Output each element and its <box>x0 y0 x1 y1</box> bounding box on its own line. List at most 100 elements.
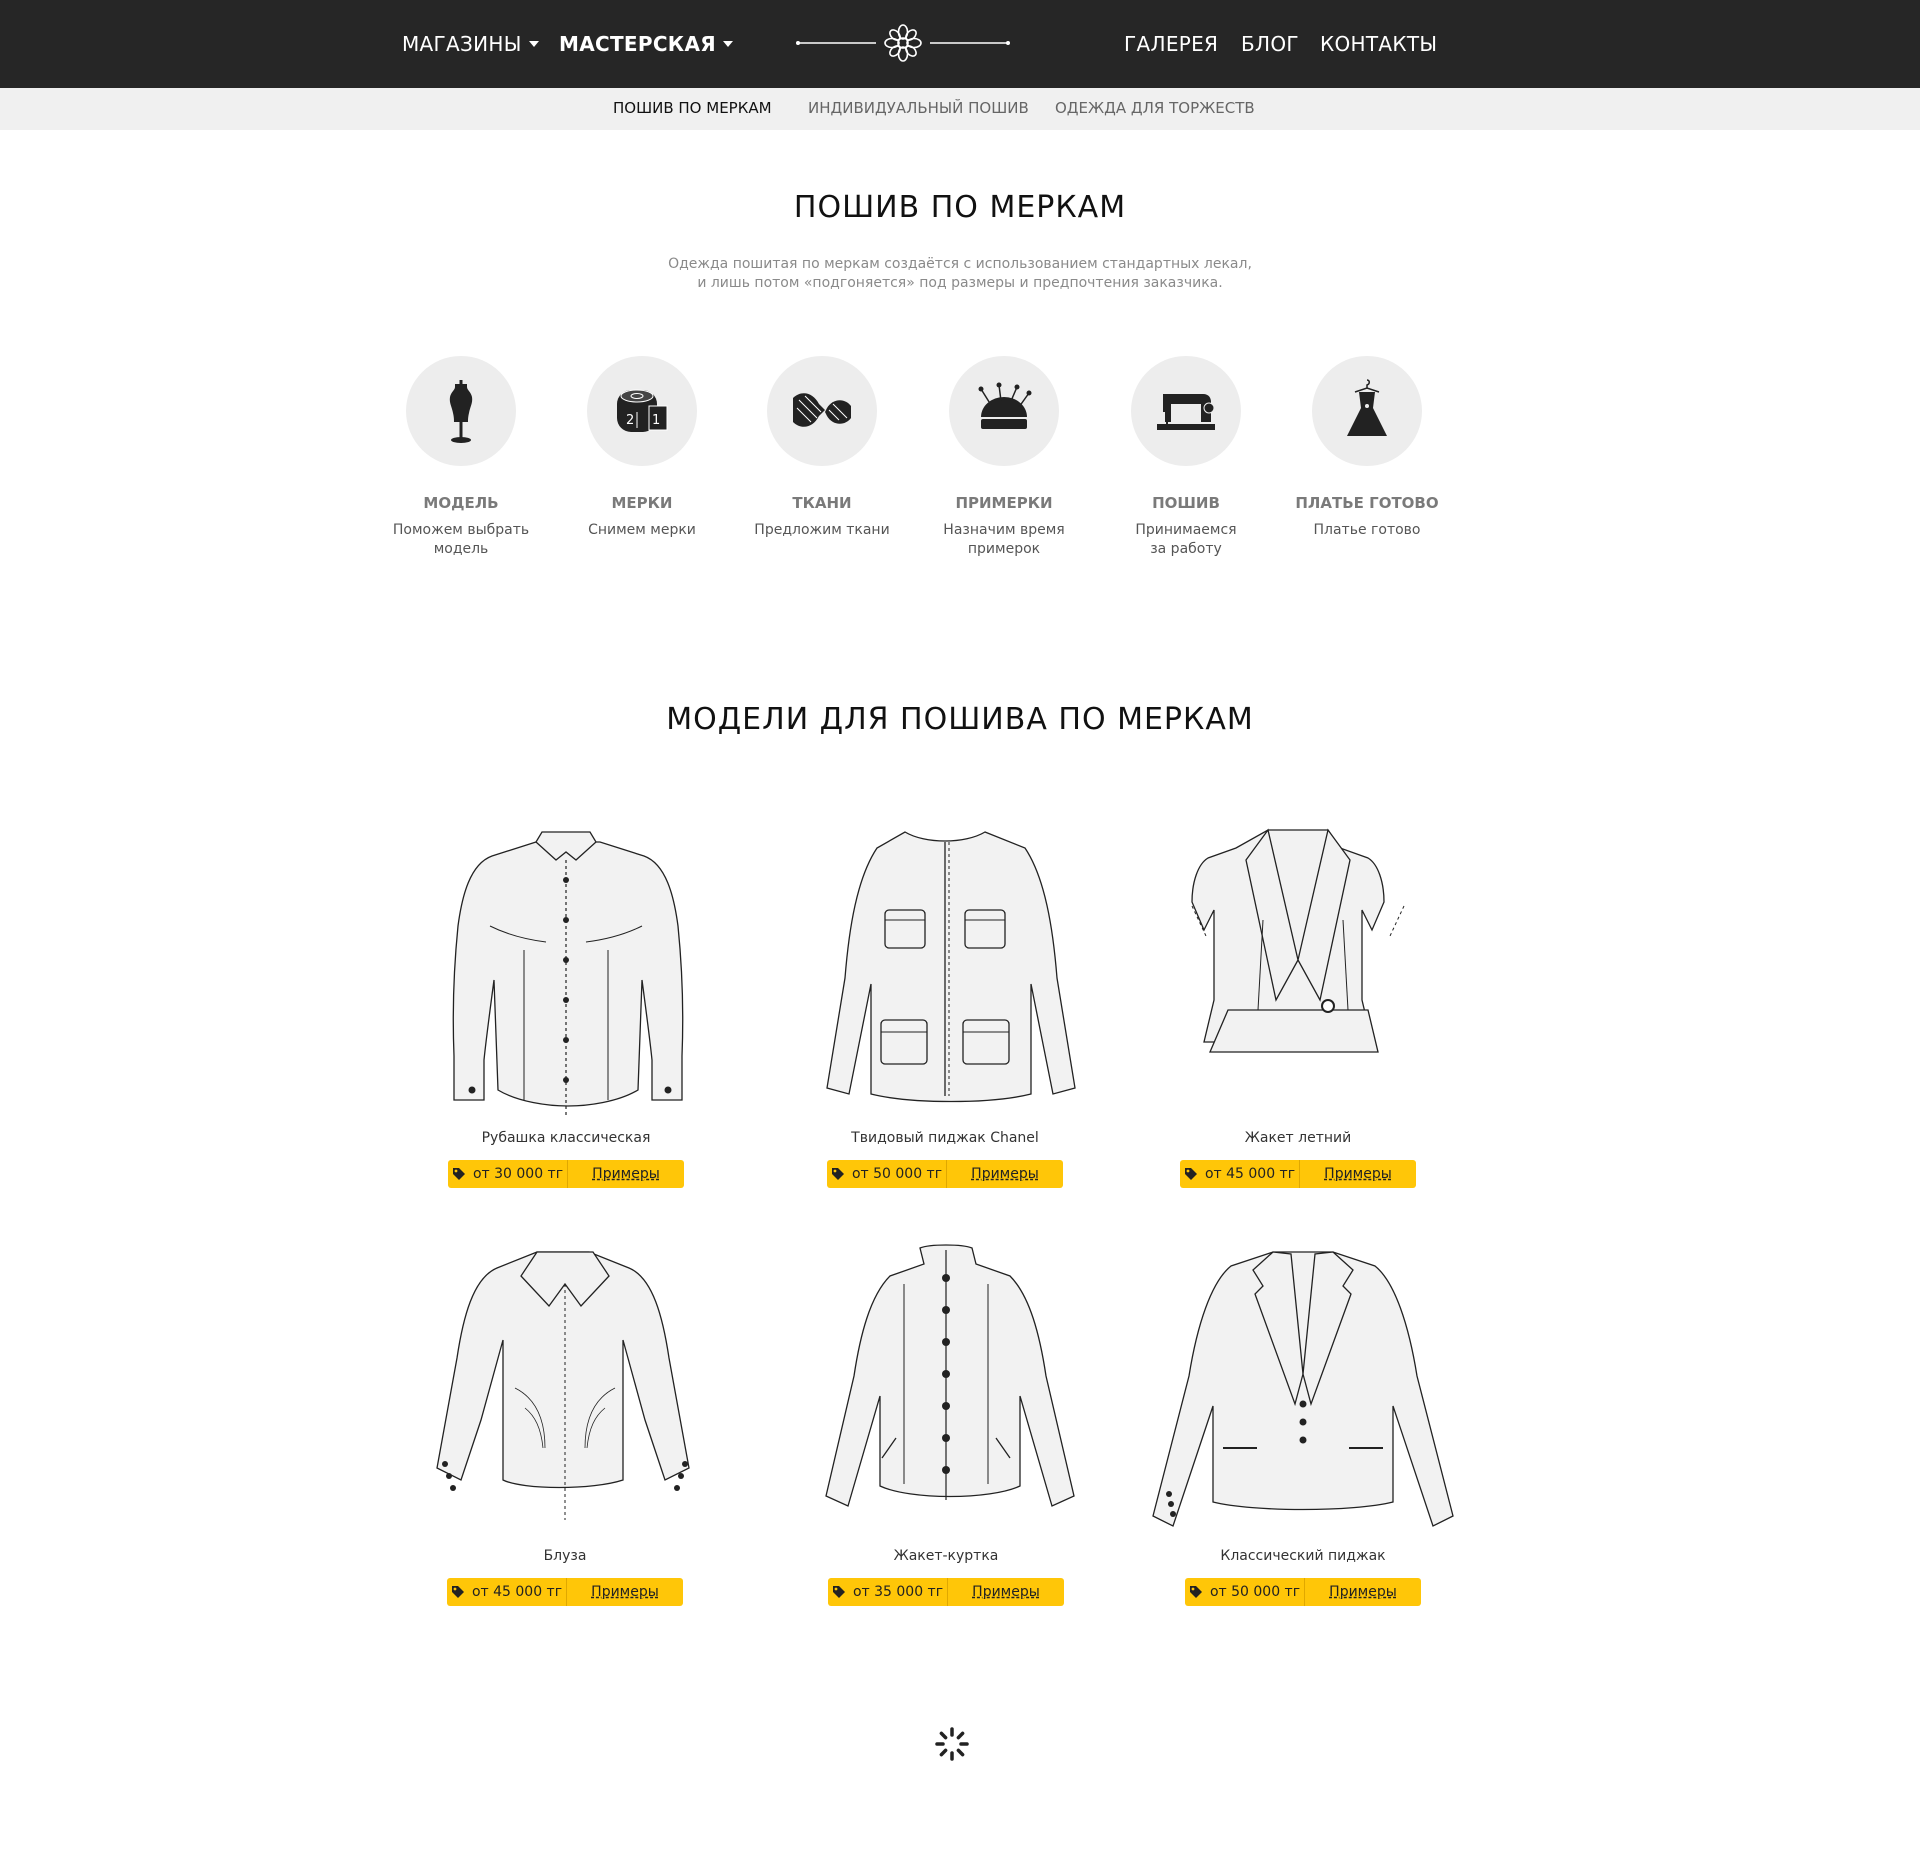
examples-link[interactable]: Примеры <box>567 1578 683 1606</box>
model-card[interactable]: Классический пиджак от 50 000 тг Примеры <box>1143 1238 1463 1606</box>
step-description: Предложим ткани <box>737 521 907 540</box>
examples-link[interactable]: Примеры <box>948 1578 1064 1606</box>
sewing-machine-icon <box>1157 394 1215 430</box>
caret-down-icon <box>722 40 733 47</box>
price-tag-icon <box>451 1586 464 1598</box>
step-description: Поможем выбрать модель <box>376 521 546 559</box>
model-card[interactable]: Рубашка классическая от 30 000 тг Пример… <box>406 820 726 1188</box>
pincushion-icon <box>978 382 1032 429</box>
step-measurements: 2 1 МЕРКИ Снимем мерки <box>557 356 727 540</box>
svg-text:2: 2 <box>626 413 634 428</box>
fabric-skein-icon <box>793 393 851 427</box>
step-model: МОДЕЛЬ Поможем выбрать модель <box>376 356 546 559</box>
step-dress-ready: ПЛАТЬЕ ГОТОВО Платье готово <box>1282 356 1452 540</box>
nav-blog[interactable]: БЛОГ <box>1241 28 1299 60</box>
step-desc-line: Назначим время <box>943 522 1065 538</box>
step-desc-line: Поможем выбрать <box>392 522 530 538</box>
step-circle <box>1131 356 1241 466</box>
price-bar: от 50 000 тг Примеры <box>827 1160 1063 1188</box>
loading-spinner-icon <box>935 1727 969 1761</box>
dress-icon <box>1347 379 1387 436</box>
price-tag: от 50 000 тг <box>1185 1578 1305 1606</box>
svg-text:1: 1 <box>652 413 660 428</box>
step-fittings: ПРИМЕРКИ Назначим время примерок <box>919 356 1089 559</box>
step-desc-line: за работу <box>1150 541 1222 557</box>
price-bar: от 50 000 тг Примеры <box>1185 1578 1421 1606</box>
step-desc-line: модель <box>433 541 489 557</box>
classic-blazer-icon <box>1152 1251 1454 1527</box>
price-tag-icon <box>832 1586 845 1598</box>
flower-ornament-icon[interactable] <box>796 20 1010 66</box>
examples-link[interactable]: Примеры <box>568 1160 684 1188</box>
step-description: Платье готово <box>1282 521 1452 540</box>
models-section-title: МОДЕЛИ ДЛЯ ПОШИВА ПО МЕРКАМ <box>666 702 1254 737</box>
sub-navigation-bar: ПОШИВ ПО МЕРКАМ ИНДИВИДУАЛЬНЫЙ ПОШИВ ОДЕ… <box>0 88 1920 130</box>
intro-text-line: и лишь потом «подгоняется» под размеры и… <box>697 275 1223 291</box>
step-title: МОДЕЛЬ <box>423 494 499 512</box>
step-sewing: ПОШИВ Принимаемся за работу <box>1101 356 1271 559</box>
examples-link[interactable]: Примеры <box>1300 1160 1416 1188</box>
price-value: от 45 000 тг <box>1204 1166 1296 1182</box>
examples-link[interactable]: Примеры <box>947 1160 1063 1188</box>
step-circle <box>1312 356 1422 466</box>
price-bar: от 45 000 тг Примеры <box>1180 1160 1416 1188</box>
caret-down-icon <box>528 40 539 47</box>
price-value: от 35 000 тг <box>852 1584 944 1600</box>
price-tag: от 30 000 тг <box>448 1160 568 1188</box>
step-desc-line: Снимем мерки <box>588 522 696 538</box>
nav-workshop[interactable]: МАСТЕРСКАЯ <box>559 28 733 60</box>
price-value: от 50 000 тг <box>851 1166 943 1182</box>
price-tag: от 45 000 тг <box>1180 1160 1300 1188</box>
step-circle <box>949 356 1059 466</box>
nav-gallery[interactable]: ГАЛЕРЕЯ <box>1124 28 1218 60</box>
summer-jacket-icon <box>1191 828 1405 1053</box>
nav-contacts[interactable]: КОНТАКТЫ <box>1320 28 1437 60</box>
nav-shops[interactable]: МАГАЗИНЫ <box>402 28 539 60</box>
price-tag-icon <box>1184 1168 1197 1180</box>
price-value: от 45 000 тг <box>471 1584 563 1600</box>
step-description: Назначим время примерок <box>919 521 1089 559</box>
model-name: Жакет летний <box>1244 1130 1352 1146</box>
mannequin-icon <box>449 380 473 443</box>
model-card[interactable]: Блуза от 45 000 тг Примеры <box>405 1238 725 1606</box>
price-tag: от 45 000 тг <box>447 1578 567 1606</box>
intro-text-line: Одежда пошитая по меркам создаётся с исп… <box>668 256 1252 272</box>
price-value: от 30 000 тг <box>472 1166 564 1182</box>
step-fabrics: ТКАНИ Предложим ткани <box>737 356 907 540</box>
price-tag-icon <box>831 1168 844 1180</box>
step-title: МЕРКИ <box>611 494 673 512</box>
measuring-tape-icon: 2 1 <box>617 389 668 432</box>
step-description: Принимаемся за работу <box>1101 521 1271 559</box>
model-card[interactable]: Жакет летний от 45 000 тг Примеры <box>1138 820 1458 1188</box>
subnav-individual-tailoring[interactable]: ИНДИВИДУАЛЬНЫЙ ПОШИВ <box>808 99 1029 117</box>
price-bar: от 35 000 тг Примеры <box>828 1578 1064 1606</box>
price-tag: от 50 000 тг <box>827 1160 947 1188</box>
step-desc-line: примерок <box>967 541 1041 557</box>
subnav-made-to-measure[interactable]: ПОШИВ ПО МЕРКАМ <box>613 99 772 117</box>
nav-shops-label: МАГАЗИНЫ <box>402 32 522 56</box>
step-circle: 2 1 <box>587 356 697 466</box>
examples-link[interactable]: Примеры <box>1305 1578 1421 1606</box>
price-bar: от 45 000 тг Примеры <box>447 1578 683 1606</box>
step-desc-line: Принимаемся <box>1135 522 1237 538</box>
step-title: ПРИМЕРКИ <box>955 494 1053 512</box>
price-tag-icon <box>1189 1586 1202 1598</box>
price-bar: от 30 000 тг Примеры <box>448 1160 684 1188</box>
model-name: Жакет-куртка <box>893 1548 999 1564</box>
step-title: ПОШИВ <box>1152 494 1220 512</box>
top-navigation-bar: МАГАЗИНЫ МАСТЕРСКАЯ ГАЛЕРЕЯ БЛОГ КОНТАКТ… <box>0 0 1920 88</box>
step-title: ТКАНИ <box>792 494 852 512</box>
classic-shirt-icon <box>452 831 684 1116</box>
intro-text: Одежда пошитая по меркам создаётся с исп… <box>0 255 1920 293</box>
jacket-coat-icon <box>825 1244 1075 1507</box>
subnav-occasion-wear[interactable]: ОДЕЖДА ДЛЯ ТОРЖЕСТВ <box>1055 99 1255 117</box>
price-tag: от 35 000 тг <box>828 1578 948 1606</box>
model-name: Блуза <box>543 1548 587 1564</box>
price-value: от 50 000 тг <box>1209 1584 1301 1600</box>
model-card[interactable]: Жакет-куртка от 35 000 тг Примеры <box>786 1238 1106 1606</box>
step-circle <box>767 356 877 466</box>
page-title: ПОШИВ ПО МЕРКАМ <box>793 190 1127 225</box>
step-desc-line: Предложим ткани <box>754 522 890 538</box>
model-card[interactable]: Твидовый пиджак Chanel от 50 000 тг Прим… <box>785 820 1105 1188</box>
step-desc-line: Платье готово <box>1313 522 1421 538</box>
